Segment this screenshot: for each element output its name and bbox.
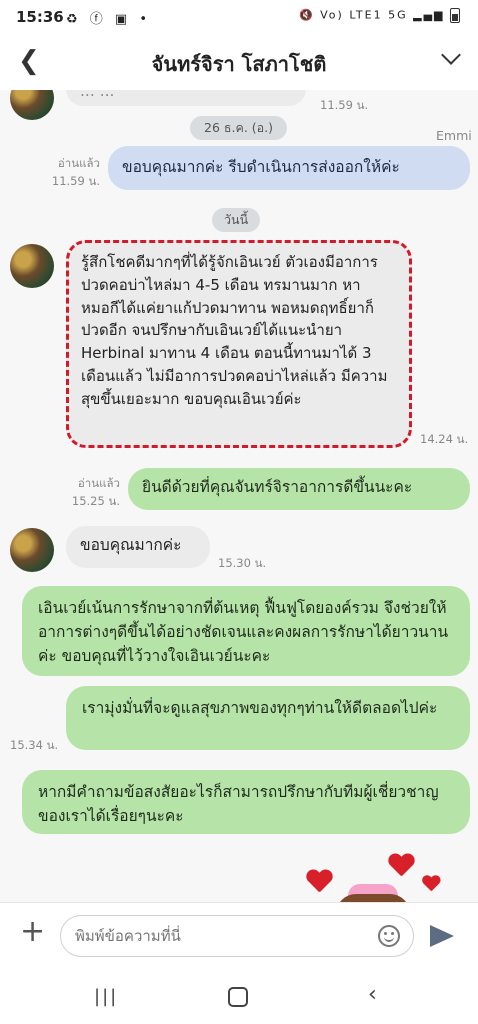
avatar[interactable]	[10, 90, 54, 120]
message-outgoing[interactable]: หากมีคำถามข้อสงสัยอะไรก็สามารถปรึกษากับท…	[22, 770, 470, 834]
message-incoming[interactable]: ขอบคุณมากค่ะ	[66, 526, 210, 568]
message-incoming-review[interactable]: รู้สึกโชคดีมากๆที่ได้รู้จักเอินเวย์ ตัวเ…	[66, 240, 412, 448]
message-outgoing[interactable]: ขอบคุณมากค่ะ รีบดำเนินการส่งออกให้ค่ะ	[108, 146, 470, 190]
sticker-image[interactable]	[296, 850, 446, 902]
message-outgoing[interactable]: ยินดีด้วยที่คุณจันทร์จิราอาการดีขึ้นนะคะ	[128, 468, 470, 510]
emoji-icon[interactable]	[378, 925, 400, 947]
message-time: 11.59 น.	[320, 98, 369, 112]
avatar[interactable]	[10, 244, 54, 288]
sender-name: Emmi	[436, 128, 472, 143]
chat-header: ❮ จันทร์จิรา โสภาโชติ	[0, 34, 478, 91]
heart-icon	[388, 854, 414, 878]
signal-icons: 🔇 Vo) LTE1 5G ▂▄▆	[299, 8, 460, 23]
contact-name[interactable]: จันทร์จิรา โสภาโชติ	[0, 48, 478, 80]
date-separator: 26 ธ.ค. (อ.)	[190, 116, 288, 140]
message-time: 15.25 น.	[71, 494, 120, 508]
notification-icons: ♻ ⓕ ▣ •	[66, 12, 152, 27]
message-time: 15.30 น.	[218, 556, 267, 570]
message-time: 14.24 น.	[420, 432, 469, 446]
message-outgoing[interactable]: เอินเวย์เน้นการรักษาจากที่ต้นเหตุ ฟื้นฟู…	[22, 586, 470, 676]
message-partial[interactable]: ... ...	[66, 90, 306, 106]
message-time: 15.34 น.	[10, 738, 59, 752]
battery-icon	[450, 8, 460, 23]
message-input[interactable]	[60, 915, 414, 957]
back-icon[interactable]: ‹	[368, 982, 377, 1007]
message-composer: +	[0, 902, 478, 969]
avatar[interactable]	[10, 528, 54, 572]
signal-icons-text: 🔇 Vo) LTE1 5G ▂▄▆	[298, 8, 445, 22]
home-icon[interactable]	[228, 987, 248, 1007]
heart-icon	[306, 870, 332, 894]
character-head	[336, 894, 410, 902]
system-nav-bar: ||| ‹	[0, 968, 478, 1024]
read-status: อ่านแล้ว	[77, 476, 120, 490]
message-time: 11.59 น.	[51, 174, 100, 188]
chat-area[interactable]: ... ... 11.59 น. 26 ธ.ค. (อ.) Emmi อ่านแ…	[0, 90, 478, 902]
heart-icon	[422, 876, 440, 893]
recent-apps-icon[interactable]: |||	[94, 986, 118, 1007]
date-separator: วันนี้	[212, 208, 261, 232]
send-icon[interactable]	[430, 925, 454, 947]
read-status: อ่านแล้ว	[57, 156, 100, 170]
message-outgoing[interactable]: เรามุ่งมั่นที่จะดูแลสุขภาพของทุกๆท่านให้…	[66, 686, 470, 750]
status-time: 15:36	[16, 8, 64, 26]
status-bar: 15:36 ♻ ⓕ ▣ • 🔇 Vo) LTE1 5G ▂▄▆	[0, 0, 478, 34]
plus-icon[interactable]: +	[20, 917, 45, 947]
